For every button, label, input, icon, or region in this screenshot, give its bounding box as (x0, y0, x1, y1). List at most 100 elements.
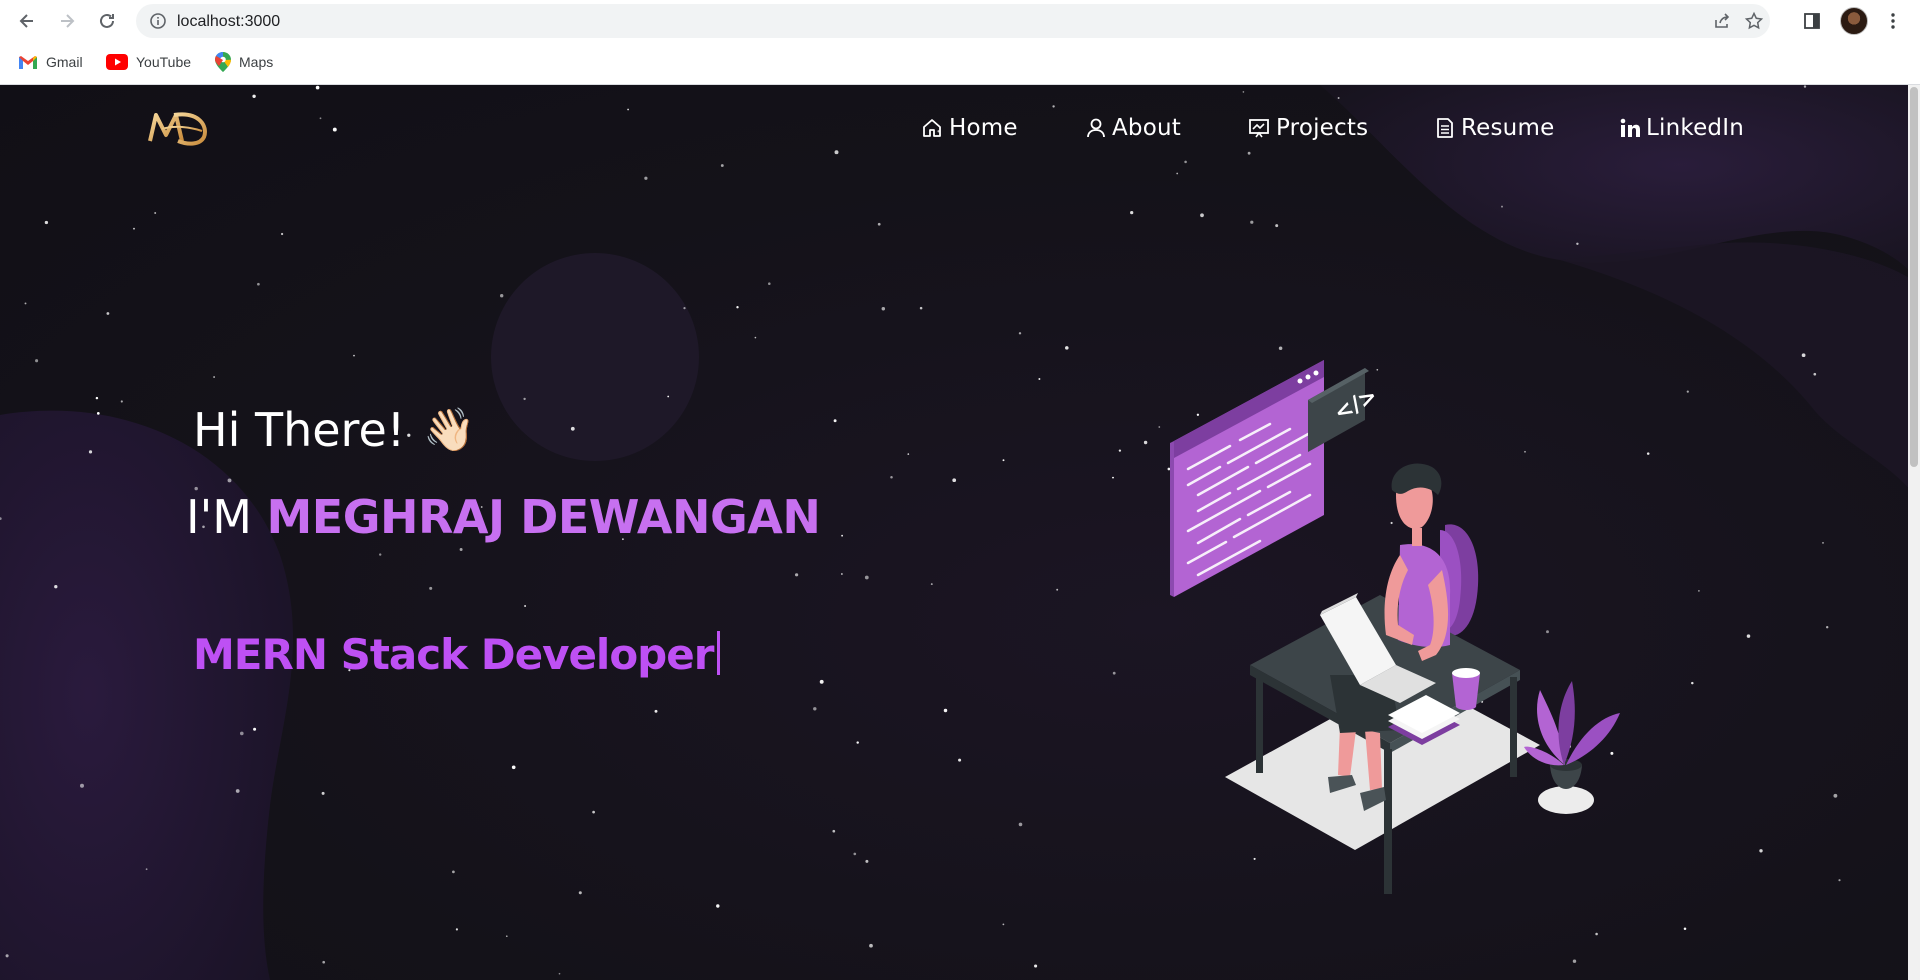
star (322, 960, 326, 964)
star (841, 534, 843, 537)
star (890, 476, 893, 479)
name-prefix: I'M (186, 490, 252, 544)
reload-icon (100, 13, 114, 28)
nav-about[interactable]: About (1086, 105, 1181, 151)
info-icon[interactable] (149, 12, 167, 30)
star (869, 943, 873, 948)
star (1337, 97, 1340, 99)
nav-home[interactable]: Home (921, 105, 1018, 151)
forward-button[interactable] (52, 6, 82, 36)
star (813, 707, 817, 711)
star (1002, 459, 1005, 462)
page-scrollbar[interactable] (1908, 85, 1920, 980)
star (1242, 91, 1245, 93)
star (120, 400, 123, 403)
nav-projects[interactable]: Projects (1248, 105, 1368, 151)
star (864, 575, 869, 580)
bookmark-label: YouTube (136, 54, 192, 70)
bookmark-star-icon[interactable] (1744, 11, 1764, 31)
bookmark-youtube[interactable]: YouTube (106, 50, 191, 74)
star (856, 741, 859, 744)
coffee-cup (1452, 668, 1480, 710)
nav-projects-label: Projects (1276, 115, 1369, 141)
star (754, 336, 757, 339)
star (379, 553, 382, 556)
star (958, 758, 962, 762)
star (1056, 588, 1059, 591)
star (832, 829, 836, 833)
share-icon[interactable] (1712, 11, 1732, 31)
star (88, 450, 93, 454)
nav-linkedin[interactable]: LinkedIn (1620, 105, 1744, 151)
nav-resume-label: Resume (1461, 115, 1555, 141)
wave-emoji: 👋🏻 (423, 405, 476, 454)
bookmark-label: Maps (239, 54, 274, 70)
side-panel-button[interactable] (1799, 8, 1825, 34)
star (877, 222, 881, 226)
star (35, 359, 39, 363)
scrollbar-thumb[interactable] (1910, 87, 1918, 467)
potted-plant (1524, 681, 1620, 789)
bookmarks-bar: Gmail YouTube Maps (0, 46, 1920, 78)
star (239, 731, 244, 736)
browser-chrome: localhost:3000 Gmail YouTube Maps (0, 0, 1920, 85)
url-text[interactable]: localhost:3000 (177, 13, 280, 31)
star (500, 294, 504, 298)
star (452, 870, 455, 874)
star (952, 478, 957, 483)
star (881, 306, 886, 311)
star (853, 852, 857, 856)
kebab-menu-icon (1891, 13, 1895, 29)
arrow-right-icon (61, 14, 75, 28)
star (1646, 452, 1650, 455)
star (1686, 390, 1689, 393)
projects-icon (1249, 119, 1269, 138)
profile-avatar[interactable] (1840, 7, 1868, 35)
greeting-text: Hi There! (193, 403, 406, 457)
star (321, 791, 325, 795)
hero-name: MEGHRAJ DEWANGAN (266, 490, 821, 544)
star (558, 972, 561, 975)
star (80, 783, 84, 788)
star (592, 810, 595, 814)
nav-about-label: About (1112, 115, 1182, 141)
star (44, 220, 49, 225)
nav-resume[interactable]: Resume (1435, 105, 1554, 151)
star (1746, 634, 1751, 638)
document-icon (1437, 118, 1453, 138)
star (1833, 793, 1838, 798)
star (511, 765, 516, 770)
star (0, 517, 2, 520)
side-panel-icon (1804, 13, 1820, 29)
star (257, 282, 260, 286)
arrow-left-icon (19, 14, 33, 28)
star (1683, 927, 1687, 930)
bookmark-label: Gmail (46, 54, 83, 70)
star (768, 282, 771, 285)
star (1801, 353, 1806, 358)
star (1200, 213, 1204, 218)
portfolio-page: Home About Projects Resume LinkedIn Hi T… (0, 85, 1920, 980)
star (1803, 85, 1807, 88)
star (1838, 879, 1841, 882)
star (833, 419, 837, 423)
star (736, 306, 739, 309)
bookmark-maps[interactable]: Maps (215, 50, 273, 74)
star (578, 891, 582, 895)
star (1065, 346, 1069, 350)
star (459, 548, 463, 551)
code-screen (1170, 360, 1324, 597)
address-bar[interactable]: localhost:3000 (136, 4, 1770, 38)
reload-button[interactable] (92, 6, 122, 36)
back-button[interactable] (12, 6, 42, 36)
browser-toolbar: localhost:3000 (0, 0, 1920, 42)
star (1501, 205, 1503, 208)
star (720, 164, 724, 167)
star (154, 212, 157, 214)
youtube-icon (106, 54, 128, 70)
star (24, 302, 27, 305)
star (1018, 822, 1023, 827)
bookmark-gmail[interactable]: Gmail (18, 50, 83, 74)
star (794, 573, 799, 577)
menu-button[interactable] (1880, 8, 1906, 34)
